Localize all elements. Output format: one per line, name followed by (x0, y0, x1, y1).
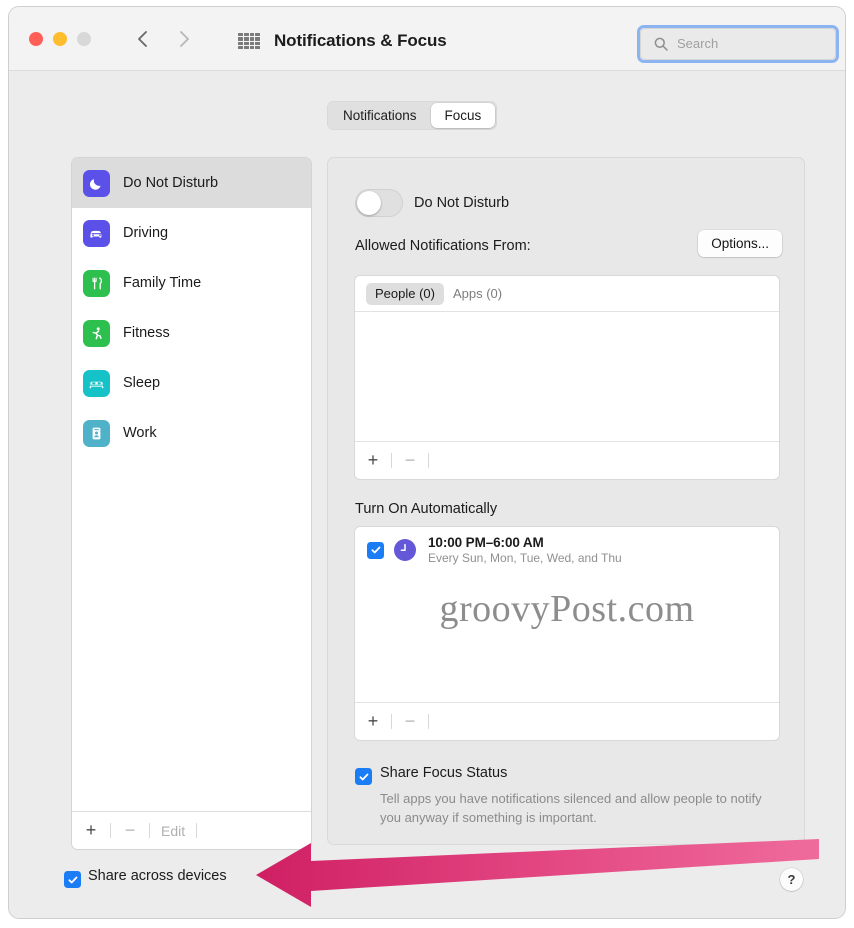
tab-apps[interactable]: Apps (0) (444, 283, 511, 305)
search-field[interactable]: Search (637, 25, 839, 63)
search-placeholder: Search (677, 36, 719, 51)
cutlery-icon (83, 269, 110, 297)
share-focus-status-description: Tell apps you have notifications silence… (380, 791, 762, 825)
moon-icon (83, 169, 110, 197)
allowed-notifications-label: Allowed Notifications From: (355, 238, 531, 254)
sidebar-item-label: Fitness (123, 325, 170, 341)
schedule-checkbox[interactable] (367, 541, 384, 559)
do-not-disturb-toggle[interactable] (355, 189, 403, 217)
search-field-inner: Search (640, 28, 836, 60)
share-across-devices-label: Share across devices (88, 868, 227, 884)
page-title: Notifications & Focus (274, 31, 447, 50)
badge-icon (83, 419, 110, 447)
runner-icon (83, 319, 110, 347)
minimize-window-button[interactable] (53, 32, 67, 46)
focus-detail-panel: Do Not Disturb Allowed Notifications Fro… (327, 157, 805, 845)
maximize-window-button (77, 32, 91, 46)
share-focus-status-checkbox[interactable] (355, 768, 372, 785)
focus-modes-list: Do Not Disturb Driving Family Time Fitne… (72, 158, 311, 812)
system-preferences-window: Notifications & Focus Search Notificatio… (8, 6, 846, 919)
search-icon (654, 37, 668, 51)
toolbar-divider (196, 823, 198, 838)
annotation-arrow (256, 839, 819, 907)
clock-icon (394, 539, 416, 561)
schedule-days: Every Sun, Mon, Tue, Wed, and Thu (428, 551, 622, 565)
forward-button[interactable] (171, 25, 197, 53)
remove-focus-button[interactable]: − (111, 812, 149, 849)
sidebar-item-work[interactable]: Work (72, 408, 311, 458)
schedule-toolbar: + − (355, 702, 779, 740)
add-allowed-button[interactable]: + (355, 442, 391, 479)
allowed-tabs: People (0) Apps (0) (355, 276, 779, 312)
schedule-row[interactable]: 10:00 PM–6:00 AM Every Sun, Mon, Tue, We… (355, 527, 779, 573)
toolbar-divider (428, 453, 429, 468)
sidebar-item-fitness[interactable]: Fitness (72, 308, 311, 358)
tab-bar: Notifications Focus (327, 101, 498, 130)
sidebar-item-label: Family Time (123, 275, 202, 291)
car-icon (83, 219, 110, 247)
back-button[interactable] (130, 25, 156, 53)
help-button[interactable]: ? (780, 868, 803, 891)
do-not-disturb-toggle-label: Do Not Disturb (414, 195, 510, 211)
schedule-text: 10:00 PM–6:00 AM Every Sun, Mon, Tue, We… (428, 535, 622, 565)
options-button[interactable]: Options... (698, 230, 782, 257)
sidebar-item-label: Do Not Disturb (123, 175, 219, 191)
sidebar-item-do-not-disturb[interactable]: Do Not Disturb (72, 158, 311, 208)
sidebar-item-label: Driving (123, 225, 169, 241)
bed-icon (83, 369, 110, 397)
tab-people[interactable]: People (0) (366, 282, 444, 305)
sidebar-item-label: Sleep (123, 375, 161, 391)
share-across-devices-checkbox[interactable] (64, 871, 81, 888)
sidebar-item-label: Work (123, 425, 157, 441)
sidebar-item-sleep[interactable]: Sleep (72, 358, 311, 408)
watermark: groovyPost.com (439, 588, 695, 630)
share-focus-status-label: Share Focus Status (380, 765, 508, 781)
allowed-notifications-box: People (0) Apps (0) + − (354, 275, 780, 480)
focus-modes-sidebar: Do Not Disturb Driving Family Time Fitne… (71, 157, 312, 850)
sidebar-item-driving[interactable]: Driving (72, 208, 311, 258)
allowed-toolbar: + − (355, 441, 779, 479)
add-focus-button[interactable]: + (72, 812, 110, 849)
toolbar-divider (428, 714, 429, 729)
tab-focus[interactable]: Focus (430, 103, 496, 128)
tab-notifications[interactable]: Notifications (329, 103, 431, 128)
remove-schedule-button[interactable]: − (392, 703, 428, 740)
remove-allowed-button[interactable]: − (392, 442, 428, 479)
show-all-preferences-icon[interactable] (238, 33, 260, 49)
edit-focus-button[interactable]: Edit (150, 812, 196, 849)
close-window-button[interactable] (29, 32, 43, 46)
add-schedule-button[interactable]: + (355, 703, 391, 740)
sidebar-item-family-time[interactable]: Family Time (72, 258, 311, 308)
schedule-time: 10:00 PM–6:00 AM (428, 535, 544, 550)
toggle-knob (357, 191, 381, 215)
title-bar: Notifications & Focus Search (9, 7, 845, 71)
sidebar-toolbar: + − Edit (72, 811, 311, 849)
turn-on-automatically-label: Turn On Automatically (355, 501, 498, 517)
schedule-box: 10:00 PM–6:00 AM Every Sun, Mon, Tue, We… (354, 526, 780, 741)
